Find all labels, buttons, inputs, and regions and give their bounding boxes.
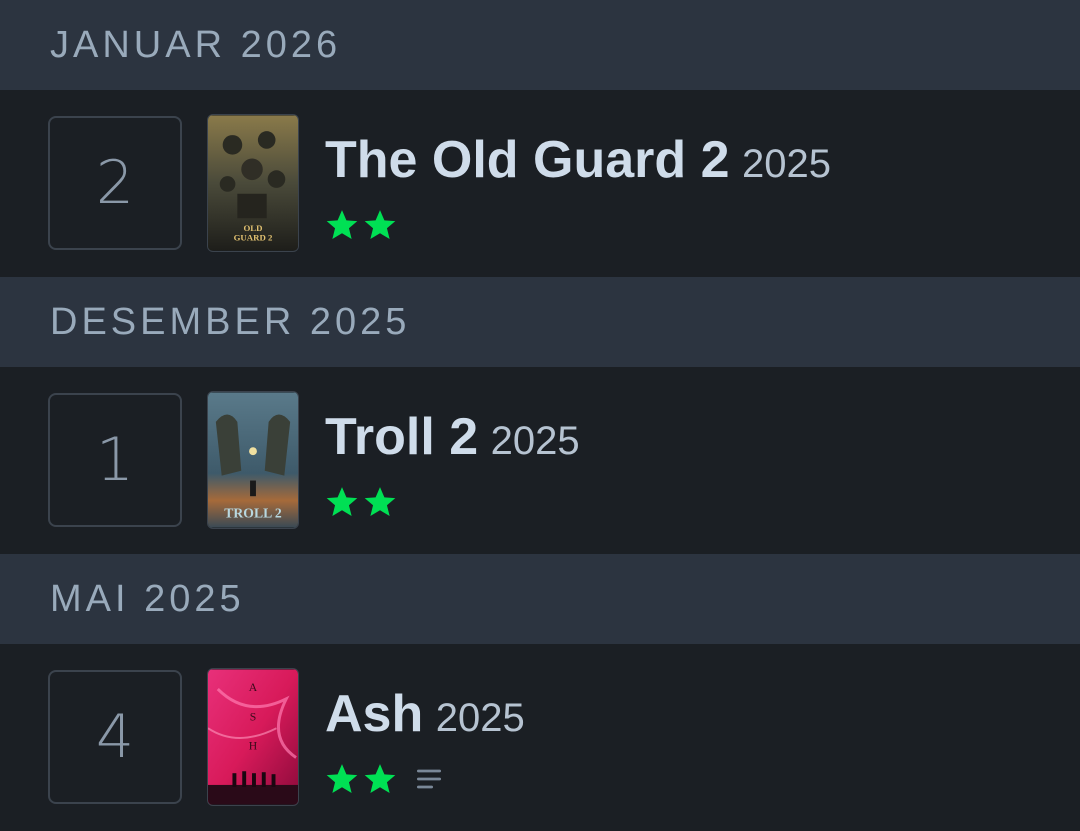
day-number[interactable]: 4 <box>48 670 182 804</box>
film-year[interactable]: 2025 <box>491 419 580 463</box>
diary-entry[interactable]: 4 A S H Ash 2025 <box>0 644 1080 831</box>
month-label: MAI 2025 <box>50 577 245 620</box>
film-title[interactable]: Troll 2 <box>325 408 478 466</box>
review-text-icon[interactable] <box>413 763 445 795</box>
the-old-guard-2-poster-icon: OLD GUARD 2 <box>208 115 298 251</box>
film-title-line[interactable]: The Old Guard 2 2025 <box>325 130 831 190</box>
star-icon <box>326 210 358 240</box>
troll-2-poster-icon: TROLL 2 <box>208 392 298 528</box>
svg-text:H: H <box>249 740 258 753</box>
svg-text:A: A <box>249 681 258 694</box>
film-title-line[interactable]: Troll 2 2025 <box>325 407 580 467</box>
rating <box>325 208 397 242</box>
star-icon <box>364 764 396 794</box>
month-header-januar-2026: JANUAR 2026 <box>0 0 1080 90</box>
diary-entry[interactable]: 1 TROLL 2 Troll 2 2025 <box>0 367 1080 554</box>
svg-text:S: S <box>250 710 257 723</box>
film-title-line[interactable]: Ash 2025 <box>325 684 525 744</box>
film-year[interactable]: 2025 <box>436 696 525 740</box>
diary-entry[interactable]: 2 OLD GUARD 2 The Old Guard 2 2025 <box>0 90 1080 277</box>
rating <box>325 485 397 519</box>
day-number[interactable]: 1 <box>48 393 182 527</box>
svg-text:GUARD 2: GUARD 2 <box>234 233 273 243</box>
month-header-desember-2025: DESEMBER 2025 <box>0 277 1080 367</box>
month-label: JANUAR 2026 <box>50 23 342 66</box>
star-icon <box>364 210 396 240</box>
ash-poster-icon: A S H <box>208 669 298 805</box>
day-number[interactable]: 2 <box>48 116 182 250</box>
star-icon <box>364 487 396 517</box>
star-icon <box>326 764 358 794</box>
film-year[interactable]: 2025 <box>742 142 831 186</box>
star-icon <box>326 487 358 517</box>
film-title[interactable]: Ash <box>325 685 423 743</box>
month-header-mai-2025: MAI 2025 <box>0 554 1080 644</box>
svg-text:TROLL 2: TROLL 2 <box>224 506 282 521</box>
rating <box>325 762 445 796</box>
film-title[interactable]: The Old Guard 2 <box>325 131 730 189</box>
film-poster[interactable]: OLD GUARD 2 <box>207 114 299 252</box>
film-poster[interactable]: TROLL 2 <box>207 391 299 529</box>
month-label: DESEMBER 2025 <box>50 300 411 343</box>
svg-text:OLD: OLD <box>243 223 262 233</box>
film-poster[interactable]: A S H <box>207 668 299 806</box>
